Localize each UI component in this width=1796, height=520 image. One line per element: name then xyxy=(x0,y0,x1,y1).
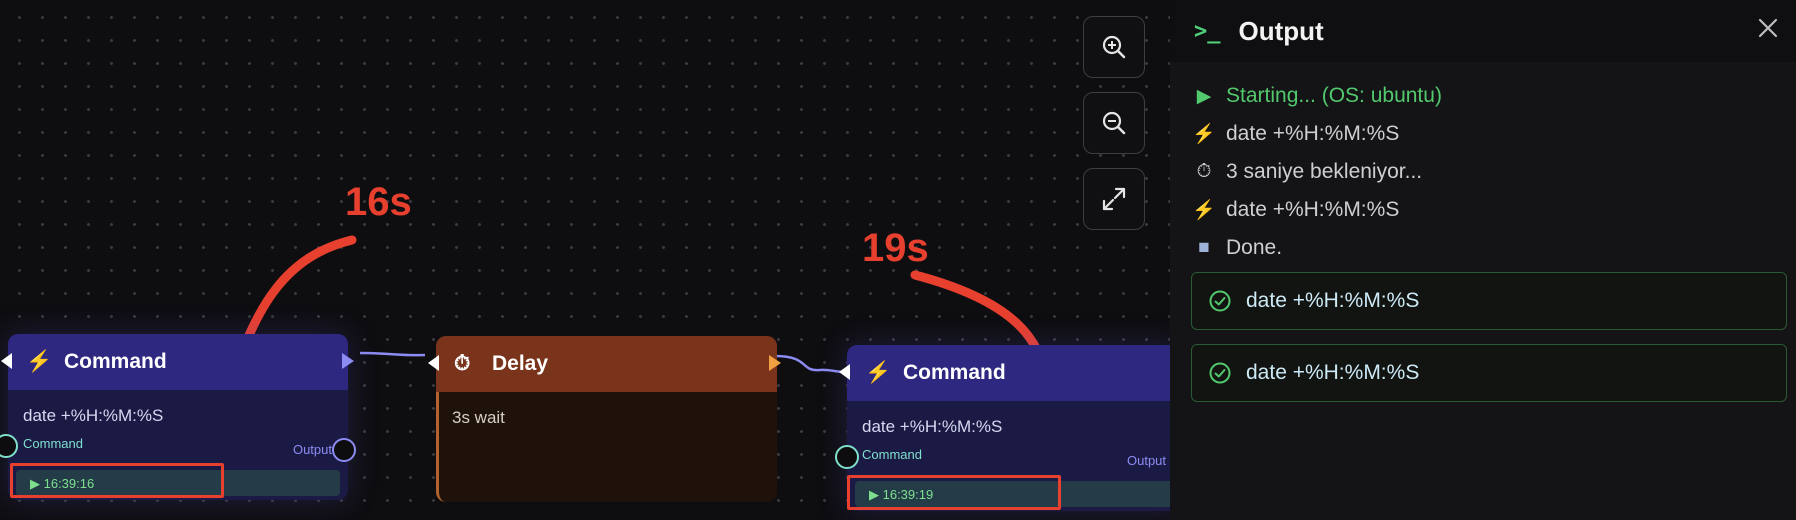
delay-node[interactable]: ⏱ Delay 3s wait xyxy=(428,336,781,502)
fit-view-icon xyxy=(1102,187,1126,211)
command-text: date +%H:%M:%S xyxy=(23,406,164,425)
zoom-in-button[interactable] xyxy=(1083,16,1145,78)
delay-node-body: 3s wait xyxy=(436,392,777,502)
output-port[interactable] xyxy=(332,438,356,462)
wire-delay-to-command xyxy=(774,354,846,374)
log-text: date +%H:%M:%S xyxy=(1226,122,1400,145)
log-line: ⚡ date +%H:%M:%S xyxy=(1192,122,1399,146)
lightning-icon: ⚡ xyxy=(26,350,53,373)
flow-out-port[interactable] xyxy=(340,352,356,370)
output-panel: >_ Output ▶ Starting... (OS: ubuntu) ⚡ d… xyxy=(1170,0,1796,520)
check-circle-icon xyxy=(1209,290,1231,312)
highlight-box-16s xyxy=(10,463,224,498)
result-text: date +%H:%M:%S xyxy=(1246,361,1420,384)
highlight-box-19s xyxy=(847,475,1061,510)
output-panel-title: Output xyxy=(1238,15,1324,46)
play-icon: ▶ xyxy=(1196,85,1212,107)
delay-node-header[interactable]: ⏱ Delay xyxy=(436,336,777,392)
annotation-label-19s: 19s xyxy=(862,226,929,270)
command-node-header[interactable]: ⚡ Command xyxy=(847,345,1170,401)
output-port-label: Output xyxy=(292,442,332,457)
zoom-in-icon xyxy=(1102,35,1126,59)
flow-in-port[interactable] xyxy=(427,354,441,372)
zoom-out-icon xyxy=(1102,111,1126,135)
log-line: ▶ Starting... (OS: ubuntu) xyxy=(1192,84,1442,108)
log-text: Done. xyxy=(1226,236,1283,259)
log-line: ⏱ 3 saniye bekleniyor... xyxy=(1192,160,1423,184)
stopwatch-icon: ⏱ xyxy=(1196,161,1212,182)
zoom-out-button[interactable] xyxy=(1083,92,1145,154)
flow-in-port[interactable] xyxy=(0,352,14,370)
lightning-icon: ⚡ xyxy=(1192,200,1216,221)
input-port-label: Command xyxy=(23,436,83,451)
command-node-header[interactable]: ⚡ Command xyxy=(8,334,348,390)
annotation-label-16s: 16s xyxy=(345,180,412,224)
stop-icon: ■ xyxy=(1198,237,1210,258)
log-line: ■ Done. xyxy=(1192,236,1282,260)
log-text: Starting... (OS: ubuntu) xyxy=(1226,84,1442,107)
result-item[interactable]: date +%H:%M:%S xyxy=(1191,344,1787,402)
stopwatch-icon: ⏱ xyxy=(454,352,471,375)
input-port-label: Command xyxy=(862,447,922,462)
command-text: date +%H:%M:%S xyxy=(862,417,1003,436)
command-input-port[interactable] xyxy=(835,445,859,469)
flow-in-port[interactable] xyxy=(838,363,852,381)
lightning-icon: ⚡ xyxy=(1192,124,1216,145)
fit-view-button[interactable] xyxy=(1083,168,1145,230)
wire-command-to-delay xyxy=(359,351,426,357)
check-circle-icon xyxy=(1209,362,1231,384)
terminal-icon: >_ xyxy=(1194,18,1221,44)
log-text: date +%H:%M:%S xyxy=(1226,198,1400,221)
delay-node-title: Delay xyxy=(492,352,549,375)
flow-canvas[interactable]: ⚡ Command date +%H:%M:%S Command Output … xyxy=(0,0,1170,520)
result-item[interactable]: date +%H:%M:%S xyxy=(1191,272,1787,330)
output-port-label: Output xyxy=(1127,453,1167,468)
delay-text: 3s wait xyxy=(452,408,505,427)
output-panel-header: >_ Output xyxy=(1170,0,1796,62)
flow-out-port[interactable] xyxy=(767,354,783,372)
log-line: ⚡ date +%H:%M:%S xyxy=(1192,198,1399,222)
close-icon[interactable] xyxy=(1752,12,1784,44)
command-node-title: Command xyxy=(903,361,1006,384)
command-node-title: Command xyxy=(64,350,167,373)
log-text: 3 saniye bekleniyor... xyxy=(1226,160,1423,183)
lightning-icon: ⚡ xyxy=(865,361,892,384)
result-text: date +%H:%M:%S xyxy=(1246,289,1420,312)
